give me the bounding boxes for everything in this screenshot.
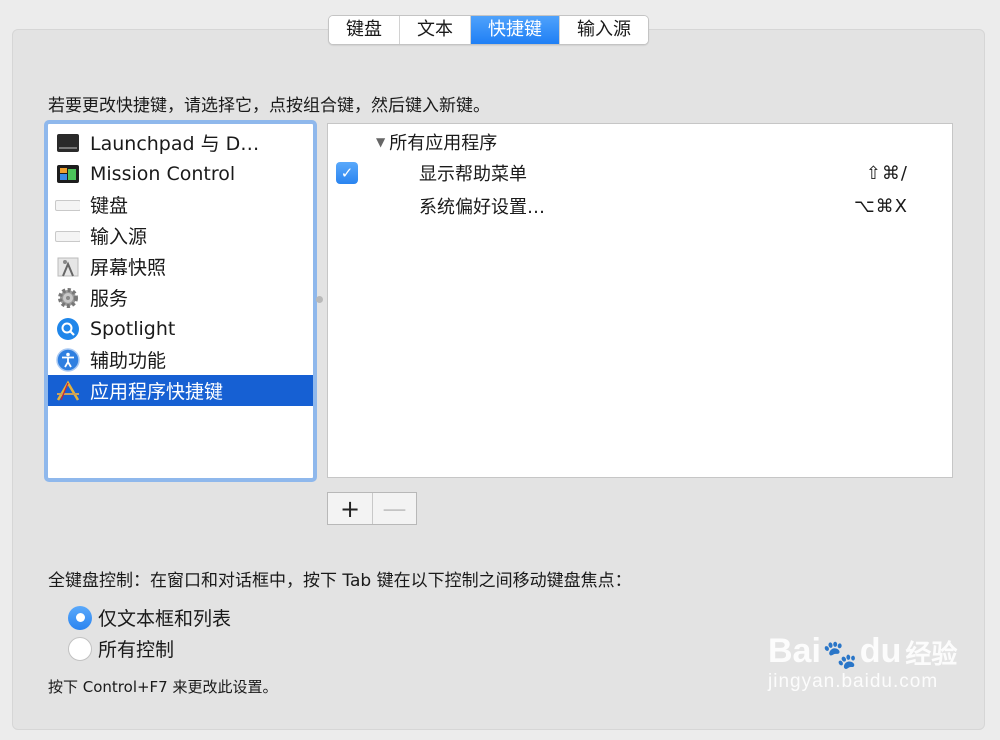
shortcut-row[interactable]: ✓ 显示帮助菜单 ⇧⌘/ (328, 157, 952, 189)
full-keyboard-hint: 按下 Control+F7 来更改此设置。 (48, 678, 278, 696)
add-shortcut-button[interactable]: + (328, 493, 372, 524)
category-label: Spotlight (90, 317, 176, 340)
shortcut-keys[interactable]: ⇧⌘/ (866, 163, 908, 184)
remove-shortcut-button[interactable]: — (372, 493, 416, 524)
category-item-launchpad[interactable]: Launchpad 与 D… (48, 127, 313, 158)
tab-keyboard[interactable]: 键盘 (329, 16, 400, 44)
category-item-mission-control[interactable]: Mission Control (48, 158, 313, 189)
category-item-screenshots[interactable]: 屏幕快照 (48, 251, 313, 282)
radio-button-selected[interactable] (68, 605, 92, 630)
add-remove-control: + — (327, 492, 417, 525)
tab-bar: 键盘 文本 快捷键 输入源 (328, 15, 649, 45)
shortcut-enabled-checkbox[interactable]: ✓ (336, 162, 358, 184)
disclosure-triangle-icon[interactable]: ▼ (376, 135, 385, 149)
spotlight-icon (55, 317, 80, 340)
watermark-url: jingyan.baidu.com (768, 671, 939, 692)
category-item-accessibility[interactable]: 辅助功能 (48, 344, 313, 375)
category-label: Mission Control (90, 162, 236, 185)
launchpad-icon (55, 132, 80, 154)
tab-text[interactable]: 文本 (400, 16, 471, 44)
category-label: 应用程序快捷键 (90, 381, 224, 403)
watermark-cn: 经验 (905, 639, 958, 669)
radio-text-boxes-lists[interactable]: 仅文本框和列表 (68, 604, 231, 631)
watermark-brand: Bai (768, 632, 821, 670)
split-view-handle[interactable] (316, 296, 323, 303)
accessibility-icon (55, 347, 80, 372)
category-label: 输入源 (90, 226, 148, 248)
watermark-brand-2: du (859, 632, 902, 670)
instruction-text: 若要更改快捷键，请选择它，点按组合键，然后键入新键。 (48, 96, 490, 116)
radio-button-unselected[interactable] (68, 636, 92, 661)
screenshot-icon (55, 256, 80, 278)
app-shortcuts-icon (55, 380, 80, 402)
shortcut-row[interactable]: 系统偏好设置… ⌥⌘X (328, 190, 952, 222)
category-item-services[interactable]: 服务 (48, 282, 313, 313)
shortcut-table: ▼ 所有应用程序 ✓ 显示帮助菜单 ⇧⌘/ 系统偏好设置… ⌥⌘X (327, 123, 953, 478)
group-row-all-apps[interactable]: ▼ 所有应用程序 (376, 129, 497, 155)
group-label: 所有应用程序 (389, 133, 498, 154)
mission-control-icon (55, 163, 80, 185)
category-label: 服务 (90, 288, 129, 310)
input-source-icon (55, 225, 80, 247)
category-label: 键盘 (90, 195, 129, 217)
radio-label: 所有控制 (98, 639, 175, 661)
category-label: 屏幕快照 (90, 257, 167, 279)
category-list[interactable]: Launchpad 与 D… Mission Control 键盘 输入源 屏幕… (44, 120, 317, 482)
tab-input-sources[interactable]: 输入源 (560, 16, 648, 44)
radio-label: 仅文本框和列表 (98, 608, 232, 630)
category-item-keyboard[interactable]: 键盘 (48, 189, 313, 220)
shortcut-label: 显示帮助菜单 (419, 164, 527, 185)
category-item-input-sources[interactable]: 输入源 (48, 220, 313, 251)
baidu-watermark: Bai 🐾 du 经验 jingyan.baidu.com (768, 632, 957, 693)
radio-all-controls[interactable]: 所有控制 (68, 635, 174, 662)
category-item-app-shortcuts[interactable]: 应用程序快捷键 (48, 375, 313, 406)
tab-shortcuts[interactable]: 快捷键 (471, 16, 560, 44)
gear-icon (55, 287, 80, 309)
keyboard-icon (55, 194, 80, 216)
category-item-spotlight[interactable]: Spotlight (48, 313, 313, 344)
paw-icon: 🐾 (822, 639, 858, 670)
shortcut-keys[interactable]: ⌥⌘X (854, 196, 908, 217)
shortcut-label: 系统偏好设置… (419, 197, 545, 218)
category-label: Launchpad 与 D… (90, 133, 260, 155)
full-keyboard-access-label: 全键盘控制：在窗口和对话框中，按下 Tab 键在以下控制之间移动键盘焦点： (48, 571, 632, 591)
category-label: 辅助功能 (90, 350, 167, 372)
